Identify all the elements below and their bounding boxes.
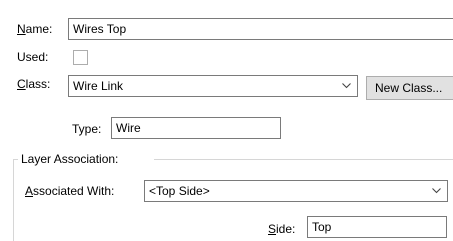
- associated-with-label-accel: A: [25, 184, 34, 198]
- chevron-down-icon: [342, 83, 351, 89]
- name-field-value: Wires Top: [73, 22, 127, 36]
- associated-with-label-rest: ssociated With:: [33, 184, 115, 198]
- class-label-accel: C: [17, 77, 26, 91]
- group-title: Layer Association:: [21, 152, 119, 166]
- chevron-down-icon: [432, 188, 441, 194]
- new-class-button[interactable]: New Class...: [366, 76, 453, 100]
- class-dropdown[interactable]: Wire Link: [68, 75, 358, 97]
- name-label-accel: N: [17, 22, 26, 36]
- side-field[interactable]: Top: [307, 216, 447, 238]
- class-label: Class:: [17, 77, 50, 91]
- type-field-value: Wire: [116, 121, 141, 135]
- class-dropdown-value: Wire Link: [73, 79, 124, 93]
- group-top-border-right: [154, 159, 453, 160]
- side-label-accel: S: [268, 222, 277, 236]
- used-label: Used:: [17, 50, 49, 64]
- type-field[interactable]: Wire: [111, 117, 281, 139]
- side-label-rest: ide:: [276, 222, 296, 236]
- used-checkbox[interactable]: [73, 50, 88, 65]
- side-label: Side:: [268, 222, 295, 236]
- associated-with-dropdown[interactable]: <Top Side>: [144, 180, 448, 202]
- associated-with-label: Associated With:: [25, 184, 114, 198]
- associated-with-value: <Top Side>: [149, 184, 210, 198]
- name-label-rest: ame:: [25, 22, 53, 36]
- name-field[interactable]: Wires Top: [68, 18, 453, 40]
- type-label: Type:: [72, 122, 102, 136]
- group-left-border: [13, 159, 14, 241]
- class-label-rest: lass:: [25, 77, 51, 91]
- side-field-value: Top: [312, 220, 332, 234]
- name-label: Name:: [17, 22, 52, 36]
